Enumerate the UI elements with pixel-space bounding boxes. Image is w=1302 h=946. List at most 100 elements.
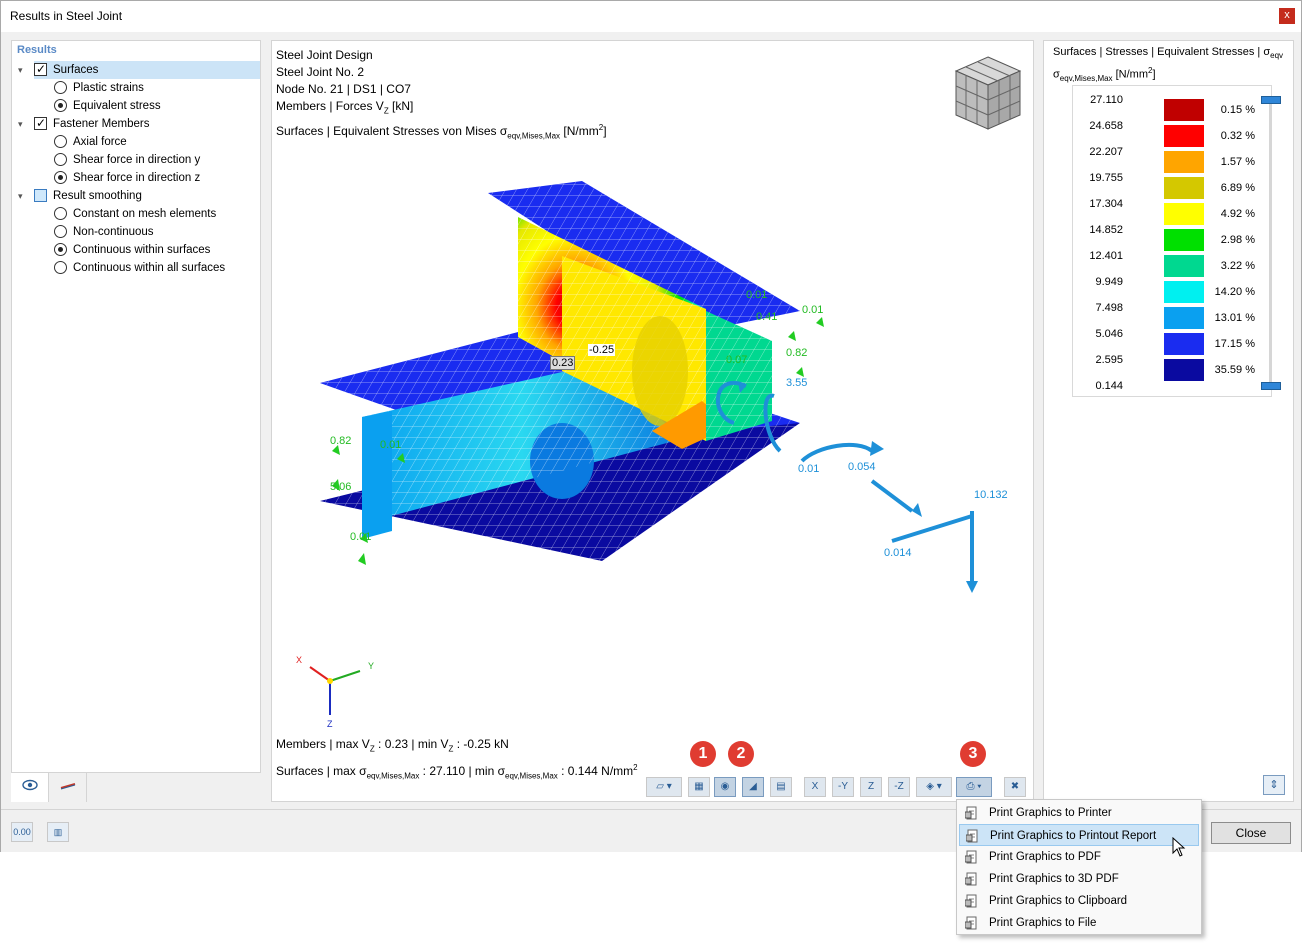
menu-item-label: Print Graphics to Clipboard	[989, 895, 1128, 907]
tree-item[interactable]: Constant on mesh elements	[54, 205, 260, 223]
legend-swatch	[1163, 124, 1205, 148]
print-icon	[964, 806, 979, 820]
units-settings-icon[interactable]: ▥	[47, 822, 69, 842]
radio-button[interactable]	[54, 135, 67, 149]
result-values-icon[interactable]: ◢	[742, 777, 764, 797]
legend-slider-track[interactable]	[1269, 100, 1272, 388]
radio-button[interactable]	[54, 99, 67, 113]
expand-caret-icon[interactable]: ▾	[18, 115, 28, 133]
legend-value: 5.046	[1095, 328, 1123, 340]
mesh-view-icon[interactable]: ▦	[688, 777, 710, 797]
value-label: 0.01	[802, 304, 824, 316]
tab-member-icon[interactable]	[49, 773, 87, 802]
radio-button[interactable]	[54, 207, 67, 221]
view-z-icon[interactable]: Z	[860, 777, 882, 797]
legend-percent: 35.59 %	[1214, 364, 1255, 376]
tree-heading: Results	[17, 44, 57, 56]
tree-item-label: Fastener Members	[53, 118, 150, 130]
tree-item[interactable]: Shear force in direction y	[54, 151, 260, 169]
value-label: 0.41	[756, 311, 778, 323]
legend-slider-max-handle[interactable]	[1261, 96, 1281, 104]
value-label: 5.06	[330, 481, 352, 493]
menu-item-print-to-clipboard[interactable]: Print Graphics to Clipboard	[959, 890, 1199, 912]
close-button[interactable]: Close	[1211, 822, 1291, 844]
tree-item[interactable]: Equivalent stress	[54, 97, 260, 115]
title-bar: Results in Steel Joint x	[1, 1, 1301, 32]
menu-item-print-to-report[interactable]: Print Graphics to Printout Report	[959, 824, 1199, 846]
view-x-icon[interactable]: X	[804, 777, 826, 797]
results-navigator: Results ▾ Surfaces Plastic strains Equivale…	[11, 40, 261, 802]
view-minus-z-icon[interactable]: -Z	[888, 777, 910, 797]
axis-y-label: Y	[368, 661, 375, 671]
tree-item[interactable]: Continuous within surfaces	[54, 241, 260, 259]
results-window: Results in Steel Joint x Results ▾ Surfac…	[0, 0, 1302, 852]
view-minus-y-icon[interactable]: -Y	[832, 777, 854, 797]
menu-item-print-to-printer[interactable]: Print Graphics to Printer	[959, 802, 1199, 824]
axis-z-label: Z	[327, 719, 333, 729]
checkbox[interactable]	[34, 189, 47, 203]
legend-value: 22.207	[1089, 146, 1123, 158]
expand-caret-icon[interactable]: ▾	[18, 61, 28, 79]
radio-button[interactable]	[54, 171, 67, 185]
tab-display-eye-icon[interactable]	[11, 773, 49, 802]
menu-item-print-to-pdf[interactable]: Print Graphics to PDF	[959, 846, 1199, 868]
legend-value: 17.304	[1089, 198, 1123, 210]
graphics-window[interactable]: Steel Joint Design Steel Joint No. 2 Nod…	[271, 40, 1034, 802]
surface-display-icon[interactable]: ▱ ▾	[646, 777, 682, 797]
legend-value: 7.498	[1095, 302, 1123, 314]
legend-percent: 3.22 %	[1220, 260, 1255, 272]
color-scale-icon[interactable]: ▤	[770, 777, 792, 797]
legend-settings-icon[interactable]: ⇕	[1263, 775, 1285, 795]
legend-value: 0.144	[1095, 380, 1123, 392]
menu-item-print-to-3d-pdf[interactable]: Print Graphics to 3D PDF	[959, 868, 1199, 890]
window-close-button[interactable]: x	[1279, 8, 1295, 24]
iso-view-icon[interactable]: ◈ ▾	[916, 777, 952, 797]
tree-item[interactable]: Shear force in direction z	[54, 169, 260, 187]
legend-value: 12.401	[1089, 250, 1123, 262]
print-menu: Print Graphics to Printer Print Graphics …	[956, 799, 1202, 935]
tree-item-label: Shear force in direction y	[73, 154, 201, 166]
tree-item[interactable]: Axial force	[54, 133, 260, 151]
tree-item-label: Non-continuous	[73, 226, 154, 238]
tree-item-label: Constant on mesh elements	[73, 208, 217, 220]
tree-item[interactable]: Plastic strains	[54, 79, 260, 97]
legend-percent: 1.57 %	[1220, 156, 1255, 168]
radio-button[interactable]	[54, 243, 67, 257]
checkbox[interactable]	[34, 60, 47, 78]
expand-caret-icon[interactable]: ▾	[18, 187, 28, 205]
legend-percent: 13.01 %	[1214, 312, 1255, 324]
print-icon	[964, 872, 979, 886]
legend-percent: 2.98 %	[1220, 234, 1255, 246]
legend-swatch	[1163, 254, 1205, 278]
menu-item-print-to-file[interactable]: Print Graphics to File	[959, 912, 1199, 934]
checkbox[interactable]	[34, 114, 47, 132]
legend-swatch	[1163, 358, 1205, 382]
value-label: 0.014	[884, 547, 912, 559]
decimal-places-icon[interactable]: 0.00	[11, 822, 33, 842]
deactivate-results-icon[interactable]: ✖	[1004, 777, 1026, 797]
tree-item[interactable]: ▾ Surfaces	[18, 60, 260, 79]
steel-joint-model[interactable]	[272, 41, 1034, 731]
legend-percent: 6.89 %	[1220, 182, 1255, 194]
tree-item[interactable]: ▾ Result smoothing	[18, 187, 260, 205]
value-label: 0.23	[550, 356, 576, 370]
print-icon[interactable]: ⎙ ▾	[956, 777, 992, 797]
legend-percent: 0.32 %	[1220, 130, 1255, 142]
value-label: 10.132	[974, 489, 1008, 501]
legend-slider-min-handle[interactable]	[1261, 382, 1281, 390]
view-display-icon[interactable]: ◉	[714, 777, 736, 797]
value-label: 0.01	[746, 289, 768, 301]
radio-button[interactable]	[54, 261, 67, 275]
navigator-tabs	[11, 772, 261, 802]
legend-swatch	[1163, 306, 1205, 330]
radio-button[interactable]	[54, 81, 67, 95]
radio-button[interactable]	[54, 153, 67, 167]
tree-item[interactable]: Continuous within all surfaces	[54, 259, 260, 277]
tree-item[interactable]: Non-continuous	[54, 223, 260, 241]
value-label: 3.55	[786, 377, 808, 389]
legend-value: 14.852	[1089, 224, 1123, 236]
menu-item-label: Print Graphics to 3D PDF	[989, 873, 1119, 885]
radio-button[interactable]	[54, 225, 67, 239]
footer-surfaces: Surfaces | max σeqv,Mises,Max : 27.110 |…	[276, 763, 638, 781]
tree-item[interactable]: ▾ Fastener Members	[18, 114, 260, 133]
